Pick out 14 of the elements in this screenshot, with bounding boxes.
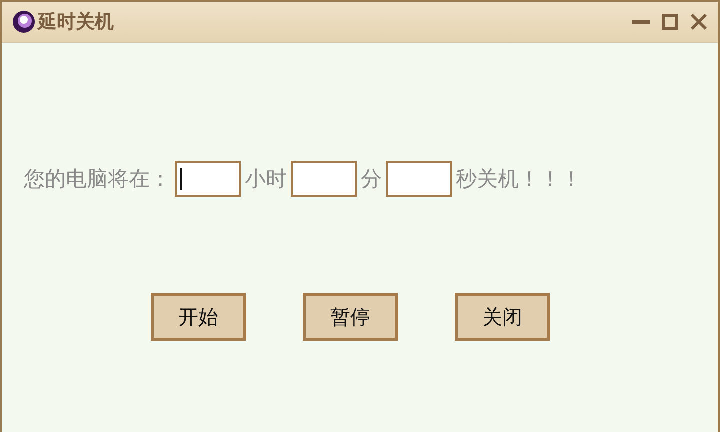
label-text: 您的电脑将在： <box>24 166 171 193</box>
maximize-icon[interactable] <box>662 14 678 30</box>
app-icon <box>12 10 36 34</box>
action-button[interactable]: 暂停 <box>303 293 398 341</box>
input-field[interactable] <box>386 161 452 197</box>
action-button[interactable]: 关闭 <box>455 293 550 341</box>
label-text: 秒关机！！！ <box>456 166 582 193</box>
label-text: 分 <box>361 166 382 193</box>
input-field[interactable] <box>291 161 357 197</box>
action-button[interactable]: 开始 <box>151 293 246 341</box>
input-field[interactable] <box>175 161 241 197</box>
label-text: 小时 <box>245 166 287 193</box>
window-title: 延时关机 <box>38 10 115 35</box>
close-icon[interactable] <box>690 13 708 31</box>
